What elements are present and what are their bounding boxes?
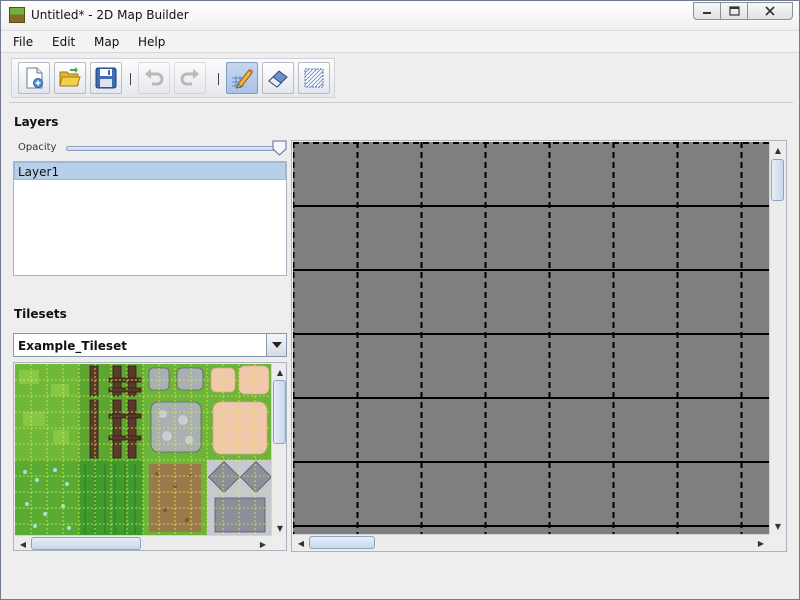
tileset-select[interactable]: Example_Tileset: [13, 333, 287, 357]
eraser-icon: [268, 70, 288, 88]
pencil-tool-button[interactable]: [226, 62, 258, 94]
toolbar-separator: [218, 73, 219, 85]
maximize-button[interactable]: [720, 2, 748, 20]
layers-list[interactable]: Layer1: [13, 161, 287, 276]
chevron-down-icon: [271, 342, 282, 348]
title-bar[interactable]: Untitled* - 2D Map Builder: [1, 1, 799, 31]
map-hscroll-thumb[interactable]: [309, 536, 375, 549]
minimize-button[interactable]: [693, 2, 721, 20]
save-map-button[interactable]: [90, 62, 122, 94]
tileset-dropdown-button[interactable]: [266, 334, 286, 356]
window-controls: [693, 2, 793, 20]
tileset-select-value: Example_Tileset: [18, 339, 127, 353]
toolbar: [11, 58, 335, 98]
app-window: Untitled* - 2D Map Builder File Edit Map…: [0, 0, 800, 600]
redo-arrow-icon: [180, 69, 199, 86]
tileset-viewer[interactable]: ▲ ▼ ◀ ▶: [13, 362, 287, 551]
tileset-vertical-scrollbar[interactable]: ▲ ▼: [271, 364, 286, 536]
scroll-down-icon[interactable]: ▼: [770, 518, 786, 534]
layer-item-layer1[interactable]: Layer1: [14, 162, 286, 180]
opacity-label: Opacity: [18, 142, 57, 153]
layers-title: Layers: [14, 115, 59, 129]
tileset-vscroll-thumb[interactable]: [273, 380, 286, 444]
open-map-button[interactable]: [54, 62, 86, 94]
scroll-right-icon[interactable]: ▶: [255, 536, 271, 550]
toolbar-divider: [9, 102, 793, 103]
scroll-left-icon[interactable]: ◀: [15, 536, 31, 550]
opacity-slider-thumb[interactable]: [272, 140, 287, 156]
toolbar-separator: [130, 73, 131, 85]
opacity-slider-track[interactable]: [66, 146, 286, 151]
window-title: Untitled* - 2D Map Builder: [31, 8, 189, 22]
folder-open-icon: [59, 67, 81, 87]
map-background: [293, 142, 769, 534]
scroll-right-icon[interactable]: ▶: [753, 535, 769, 551]
undo-button[interactable]: [138, 62, 170, 94]
map-horizontal-scrollbar[interactable]: ◀ ▶: [293, 534, 769, 550]
map-viewport[interactable]: ▲ ▼ ◀ ▶: [291, 140, 787, 552]
menu-file[interactable]: File: [13, 35, 33, 49]
close-button[interactable]: [747, 2, 793, 20]
eraser-tool-button[interactable]: [262, 62, 294, 94]
floppy-disk-icon: [95, 67, 117, 89]
menu-bar: File Edit Map Help: [1, 31, 799, 53]
undo-arrow-icon: [145, 69, 164, 86]
map-vertical-scrollbar[interactable]: ▲ ▼: [769, 142, 785, 534]
menu-help[interactable]: Help: [138, 35, 165, 49]
maximize-icon: [728, 6, 740, 16]
scroll-left-icon[interactable]: ◀: [293, 535, 309, 551]
minimize-icon: [703, 12, 711, 14]
new-document-icon: [26, 67, 43, 89]
redo-button[interactable]: [174, 62, 206, 94]
menu-map[interactable]: Map: [94, 35, 119, 49]
hatched-fill-icon: [304, 68, 324, 88]
menu-edit[interactable]: Edit: [52, 35, 75, 49]
scroll-up-icon[interactable]: ▲: [272, 364, 286, 380]
tileset-horizontal-scrollbar[interactable]: ◀ ▶: [15, 535, 271, 550]
new-map-button[interactable]: [18, 62, 50, 94]
close-icon: [765, 6, 775, 16]
tilesets-title: Tilesets: [14, 307, 67, 321]
tileset-canvas[interactable]: [15, 364, 271, 536]
map-canvas[interactable]: [293, 142, 769, 534]
map-vscroll-thumb[interactable]: [771, 159, 784, 201]
pencil-icon: [232, 69, 253, 89]
fill-tool-button[interactable]: [298, 62, 330, 94]
tileset-hscroll-thumb[interactable]: [31, 537, 141, 550]
scroll-down-icon[interactable]: ▼: [272, 520, 286, 536]
map-builder-app-icon: [9, 7, 25, 23]
scroll-up-icon[interactable]: ▲: [770, 142, 786, 158]
